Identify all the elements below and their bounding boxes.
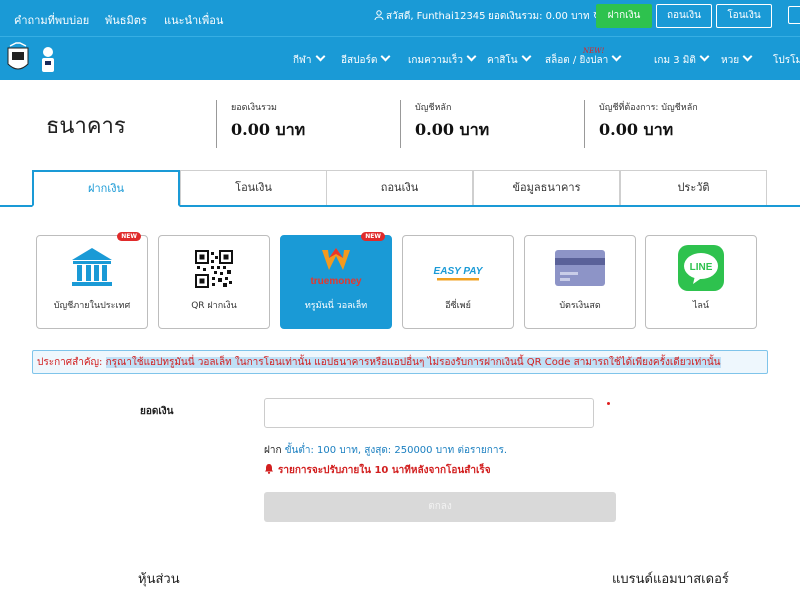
nav-3d-games[interactable]: เกม 3 มิติ: [654, 51, 710, 68]
method-label: อีซี่เพย์: [445, 301, 471, 311]
summary-main-account: บัญชีหลัก 0.00 บาท: [400, 100, 489, 148]
easypay-logo-text: EASY PAY: [434, 266, 484, 277]
tab-transfer[interactable]: โอนเงิน: [180, 170, 327, 205]
truemoney-logo-text: truemoney: [310, 276, 362, 287]
submit-button[interactable]: ตกลง: [264, 492, 616, 522]
summary-target-account: บัญชีที่ต้องการ: บัญชีหลัก 0.00 บาท: [584, 100, 698, 148]
summary-label: บัญชีหลัก: [415, 103, 452, 113]
summary-value: 0.00 บาท: [231, 120, 306, 139]
user-greeting[interactable]: สวัสดี, Funthai12345: [374, 9, 486, 24]
limit-range: ขั้นต่ำ: 100 บาท, สูงสุด: 250000 บาท ต่อ…: [284, 445, 508, 456]
amount-label: ยอดเงิน: [140, 406, 174, 417]
deposit-limit-text: ฝาก ขั้นต่ำ: 100 บาท, สูงสุด: 250000 บาท…: [264, 443, 507, 458]
nav-speed-games[interactable]: เกมความเร็ว: [408, 51, 477, 68]
summary-value: 0.00 บาท: [415, 120, 490, 139]
qr-code-icon: [195, 250, 233, 288]
tab-history[interactable]: ประวัติ: [620, 170, 767, 205]
bell-icon: [265, 464, 273, 474]
truemoney-icon: truemoney: [310, 248, 362, 287]
total-balance: ยอดเงินรวม: 0.00 บาท ↻: [488, 9, 601, 24]
username-text: สวัสดี, Funthai12345: [386, 11, 486, 22]
tab-withdraw[interactable]: ถอนเงิน: [326, 170, 473, 205]
user-icon: [374, 10, 384, 20]
logout-icon[interactable]: [788, 6, 800, 24]
summary-total: ยอดเงินรวม 0.00 บาท: [216, 100, 305, 148]
chevron-down-icon: [521, 51, 532, 62]
method-easypay[interactable]: EASY PAY อีซี่เพย์: [402, 235, 514, 329]
partners-heading: หุ้นส่วน: [138, 572, 180, 587]
withdraw-button[interactable]: ถอนเงิน: [656, 4, 712, 28]
refer-friend-link[interactable]: แนะนำเพื่อน: [164, 11, 223, 29]
chevron-down-icon: [611, 51, 622, 62]
announcement-text: กรุณาใช้แอปทรูมันนี่ วอลเล็ท ในการโอนเท่…: [105, 357, 721, 368]
announcement-banner: ประกาศสำคัญ: กรุณาใช้แอปทรูมันนี่ วอลเล็…: [32, 350, 768, 374]
transfer-button[interactable]: โอนเงิน: [716, 4, 772, 28]
chevron-down-icon: [699, 51, 710, 62]
method-label: QR ฝากเงิน: [191, 301, 237, 311]
main-nav: กีฬา อีสปอร์ต เกมความเร็ว คาสิโน สล็อต /…: [0, 36, 800, 80]
tab-deposit[interactable]: ฝากเงิน: [32, 170, 180, 207]
amount-input[interactable]: [264, 398, 594, 428]
required-marker: [607, 402, 610, 405]
chevron-down-icon: [742, 51, 753, 62]
balance-label: ยอดเงินรวม:: [488, 11, 543, 22]
method-domestic-bank[interactable]: NEW บัญชีภายในประเทศ: [36, 232, 148, 329]
chevron-down-icon: [315, 51, 325, 62]
nav-slots-fishing[interactable]: สล็อต / ยิงปลา NEW!: [545, 47, 622, 68]
new-badge: NEW: [117, 232, 141, 241]
nav-lottery[interactable]: หวย: [721, 51, 753, 68]
method-truemoney-wallet[interactable]: NEW truemoney ทรูมันนี่ วอลเล็ท: [280, 232, 392, 329]
credit-card-icon: [555, 250, 605, 286]
partners-link[interactable]: พันธมิตร: [105, 11, 147, 29]
processing-note: รายการจะปรับภายใน 10 นาทีหลังจากโอนสำเร็…: [264, 463, 491, 478]
faq-link[interactable]: คำถามที่พบบ่อย: [14, 11, 89, 29]
limit-prefix: ฝาก: [264, 445, 285, 456]
method-cash-card[interactable]: บัตรเงินสด: [524, 235, 636, 329]
method-label: บัญชีภายในประเทศ: [53, 301, 131, 311]
method-line[interactable]: LINE ไลน์: [645, 235, 757, 329]
processing-note-text: รายการจะปรับภายใน 10 นาทีหลังจากโอนสำเร็…: [278, 465, 491, 476]
method-qr-deposit[interactable]: QR ฝากเงิน: [158, 235, 270, 329]
method-label: ไลน์: [692, 301, 710, 311]
nav-sports[interactable]: กีฬา: [293, 51, 325, 68]
page-title: ธนาคาร: [46, 114, 126, 139]
summary-value: 0.00 บาท: [599, 120, 674, 139]
bank-icon: [72, 248, 112, 286]
nav-esports[interactable]: อีสปอร์ต: [341, 51, 391, 68]
method-label: ทรูมันนี่ วอลเล็ท: [304, 301, 368, 311]
method-label: บัตรเงินสด: [559, 301, 601, 311]
easypay-icon: EASY PAY: [434, 266, 484, 281]
brand-ambassador-heading: แบรนด์แอมบาสเดอร์: [612, 572, 729, 587]
line-logo-text: LINE: [690, 262, 713, 273]
chevron-down-icon: [466, 51, 477, 62]
summary-label: ยอดเงินรวม: [231, 103, 277, 113]
nav-promotions[interactable]: โปรโม: [773, 53, 800, 68]
new-badge: NEW: [361, 232, 385, 241]
announcement-prefix: ประกาศสำคัญ:: [37, 357, 106, 368]
club-crests-logo[interactable]: [4, 42, 62, 76]
nav-casino[interactable]: คาสิโน: [487, 51, 532, 68]
top-bar: คำถามที่พบบ่อย พันธมิตร แนะนำเพื่อน สวัส…: [0, 0, 800, 36]
chevron-down-icon: [380, 51, 391, 62]
summary-label: บัญชีที่ต้องการ: บัญชีหลัก: [599, 103, 698, 113]
new-tag: NEW!: [583, 47, 605, 55]
tab-bank-info[interactable]: ข้อมูลธนาคาร: [473, 170, 620, 205]
deposit-button[interactable]: ฝากเงิน: [596, 4, 652, 28]
balance-value: 0.00 บาท: [545, 11, 590, 22]
line-icon: LINE: [678, 245, 724, 291]
